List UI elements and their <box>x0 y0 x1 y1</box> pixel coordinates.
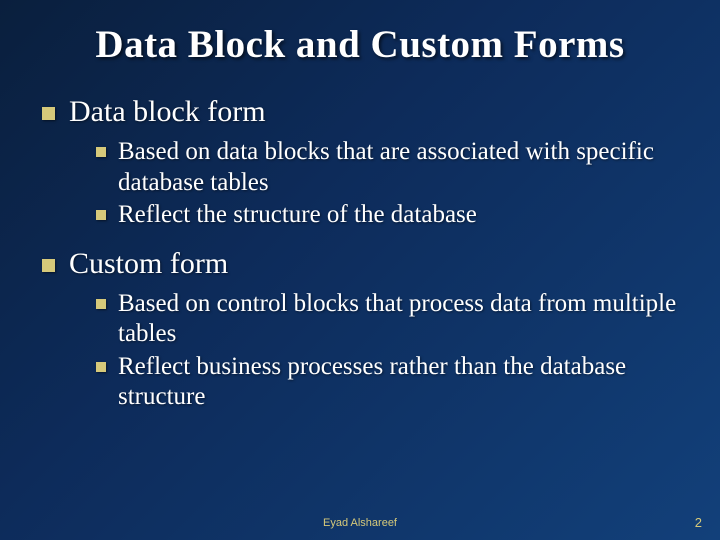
list-item: Reflect the structure of the database <box>96 200 680 231</box>
footer: Eyad Alshareef 2 <box>0 515 720 530</box>
slide: Data Block and Custom Forms Data block f… <box>0 0 720 540</box>
list-item: Based on data blocks that are associated… <box>96 137 680 198</box>
section-heading: Data block form <box>69 95 266 129</box>
list-item: Based on control blocks that process dat… <box>96 289 680 350</box>
square-bullet-icon <box>42 107 55 120</box>
footer-author: Eyad Alshareef <box>98 517 622 529</box>
bullet-text: Based on data blocks that are associated… <box>118 137 680 198</box>
square-bullet-icon <box>96 299 106 309</box>
slide-content: Data block form Based on data blocks tha… <box>40 95 680 413</box>
square-bullet-icon <box>96 147 106 157</box>
bullet-text: Reflect the structure of the database <box>118 200 477 231</box>
list-item: Custom form <box>42 247 680 281</box>
sub-list: Based on control blocks that process dat… <box>96 289 680 413</box>
list-item: Reflect business processes rather than t… <box>96 352 680 413</box>
bullet-text: Reflect business processes rather than t… <box>118 352 680 413</box>
sub-list: Based on data blocks that are associated… <box>96 137 680 231</box>
slide-title: Data Block and Custom Forms <box>40 22 680 67</box>
square-bullet-icon <box>96 362 106 372</box>
section-heading: Custom form <box>69 247 228 281</box>
list-item: Data block form <box>42 95 680 129</box>
page-number: 2 <box>622 515 702 530</box>
bullet-text: Based on control blocks that process dat… <box>118 289 680 350</box>
square-bullet-icon <box>96 210 106 220</box>
square-bullet-icon <box>42 259 55 272</box>
